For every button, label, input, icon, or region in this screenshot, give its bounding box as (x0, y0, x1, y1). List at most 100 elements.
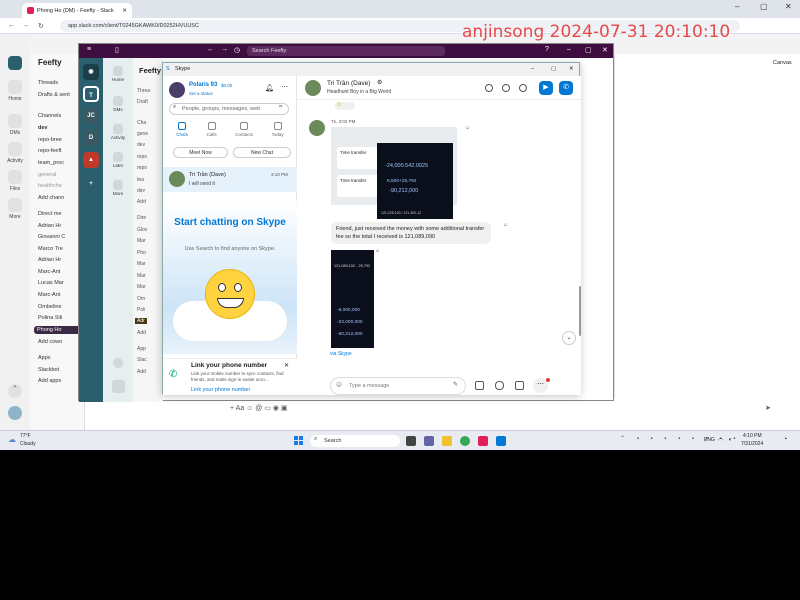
fs-item[interactable]: tea (137, 177, 144, 183)
profile-header[interactable]: Polaris 93 $0.00 Set a status 🔔︎ ⋯ (169, 82, 291, 100)
channel-item[interactable]: repo-feeft (38, 148, 62, 154)
dm-item[interactable]: Marc-Ant (38, 292, 60, 298)
rail-more[interactable]: More (3, 198, 27, 220)
dm-item[interactable]: Marco Tre (38, 246, 63, 252)
bell-icon[interactable]: 🔔︎ (265, 84, 274, 92)
format-icon[interactable]: ✎ (453, 381, 458, 388)
message-input[interactable]: Type a message (330, 377, 466, 395)
fs-item[interactable]: Threa (137, 88, 150, 94)
scroll-down-button[interactable]: ⌄ (562, 331, 576, 345)
file-explorer-icon[interactable] (442, 436, 452, 446)
message-options-icon[interactable]: ☺ (465, 125, 470, 131)
notification-bell-icon[interactable]: ◔ (783, 436, 787, 443)
help-icon[interactable]: ? (545, 46, 549, 53)
forward-icon[interactable]: → (22, 22, 29, 29)
contact-avatar[interactable] (305, 80, 321, 96)
close-window-icon[interactable]: ✕ (785, 2, 792, 11)
clock-time[interactable]: 4:10 PM (743, 433, 762, 439)
channel-item[interactable]: team_proc (38, 160, 64, 166)
history-icon[interactable]: ◷ (234, 46, 240, 54)
teams-icon[interactable] (424, 436, 434, 446)
workspace-icon[interactable]: ◉ (83, 64, 99, 80)
reload-icon[interactable]: ↻ (38, 22, 44, 30)
tab-today[interactable]: Today (272, 122, 284, 142)
profile-status[interactable]: Set a status (189, 91, 213, 96)
chat-scrollbar[interactable] (579, 286, 581, 336)
new-chat-button[interactable]: New Chat (233, 147, 291, 158)
fs-item[interactable]: Mar (137, 273, 146, 279)
workspace-t-icon[interactable]: T (83, 86, 99, 102)
fs-item[interactable]: Slac (137, 357, 147, 363)
send-icon[interactable]: ➤ (765, 404, 771, 412)
via-skype-link[interactable]: via Skype (330, 351, 352, 357)
attach-file-icon[interactable] (475, 381, 484, 390)
message-options-icon[interactable]: ☺ (503, 222, 508, 228)
sidebar-drafts[interactable]: Drafts & sent (38, 92, 70, 98)
message-options-icon[interactable]: ☺ (375, 248, 380, 254)
fs-item[interactable]: Draft (137, 99, 148, 105)
meet-now-button[interactable]: Meet Now (173, 147, 228, 158)
tab-contacts[interactable]: Contacts (235, 122, 253, 142)
nav-dms[interactable]: DMs (105, 96, 131, 112)
dm-item[interactable]: Marc-Ant (38, 269, 60, 275)
weather-desc[interactable]: Cloudy (20, 441, 36, 447)
add-workspace-icon[interactable]: + (83, 176, 99, 192)
emoji-icon[interactable]: ☺ (335, 380, 343, 389)
recent-chat-item[interactable]: Tri Trần (Dave) I will send it 3:19 PM (163, 167, 297, 192)
dm-item[interactable]: Polina Sili (38, 315, 62, 321)
fs-item[interactable]: Pho (137, 250, 146, 256)
minimize-icon[interactable]: – (567, 46, 571, 53)
close-icon[interactable]: ✕ (284, 362, 289, 369)
dm-item[interactable]: Ombeline (38, 304, 62, 310)
link-phone-cta[interactable]: Link your phone number (191, 387, 250, 393)
fs-item[interactable]: Glov (137, 227, 147, 233)
workspace-jc[interactable]: JC (83, 108, 99, 124)
profile-avatar[interactable] (169, 82, 185, 98)
clock-date[interactable]: 7/31/2024 (741, 441, 763, 447)
camera-icon[interactable] (515, 381, 524, 390)
feefty-workspace-name[interactable]: Feefty (139, 66, 161, 75)
nav-more[interactable]: More (105, 180, 131, 196)
add-people-icon[interactable] (519, 84, 527, 92)
forward-icon[interactable]: → (221, 46, 228, 53)
fs-item[interactable]: Add (137, 330, 146, 336)
app-slackbot[interactable]: Slackbot (38, 367, 59, 373)
rail-home[interactable]: Home (3, 80, 27, 102)
fs-item-active[interactable]: Adr (135, 318, 147, 324)
channel-item[interactable]: general (38, 172, 56, 178)
windows-start-icon[interactable] (294, 436, 303, 445)
add-button[interactable] (105, 358, 131, 369)
close-icon[interactable]: ✕ (569, 63, 574, 76)
add-channel[interactable]: Add chann (38, 195, 64, 201)
chat-contact-name[interactable]: Tri Trần (Dave) (327, 80, 370, 87)
fs-item[interactable]: Add (137, 199, 146, 205)
dm-item[interactable]: Lucas Mar (38, 280, 64, 286)
maximize-icon[interactable]: ▢ (585, 46, 592, 54)
dm-header[interactable]: Direct me (38, 211, 62, 217)
fs-item[interactable]: App (137, 346, 146, 352)
add-coworkers[interactable]: Add cowo (38, 339, 62, 345)
microphone-icon[interactable] (495, 381, 504, 390)
skype-search-input[interactable]: People, groups, messages, web (169, 103, 289, 115)
apps-header[interactable]: Apps (38, 355, 51, 361)
shared-image-2[interactable]: 121,089,100 - 25,792 -8,000,000 -23,000,… (331, 250, 374, 348)
language-indicator[interactable]: ENG (704, 437, 715, 443)
workspace-red-icon[interactable]: ▲ (83, 152, 99, 168)
workspace-logo[interactable] (3, 56, 27, 72)
tab-chats[interactable]: Chats (176, 122, 188, 142)
rail-dms[interactable]: DMs (3, 114, 27, 136)
fs-item[interactable]: dev (137, 188, 145, 194)
browser-tab[interactable]: Phong Ho (DM) - Feefty - Slack ✕ (22, 3, 132, 18)
channel-item[interactable]: repo-bree (38, 137, 62, 143)
fs-item[interactable]: Add (137, 369, 146, 375)
maximize-icon[interactable]: ▢ (551, 63, 556, 76)
message-sender-avatar[interactable] (309, 120, 325, 136)
fs-item[interactable]: Om (137, 296, 145, 302)
user-avatar[interactable] (105, 380, 131, 394)
dm-item[interactable]: Adrian Hr (38, 223, 61, 229)
minimize-icon[interactable]: – (531, 63, 534, 76)
close-tab-icon[interactable]: ✕ (122, 8, 127, 14)
fs-item[interactable]: gene (137, 131, 148, 137)
rail-activity[interactable]: Activity (3, 142, 27, 164)
back-icon[interactable]: ← (207, 46, 214, 53)
